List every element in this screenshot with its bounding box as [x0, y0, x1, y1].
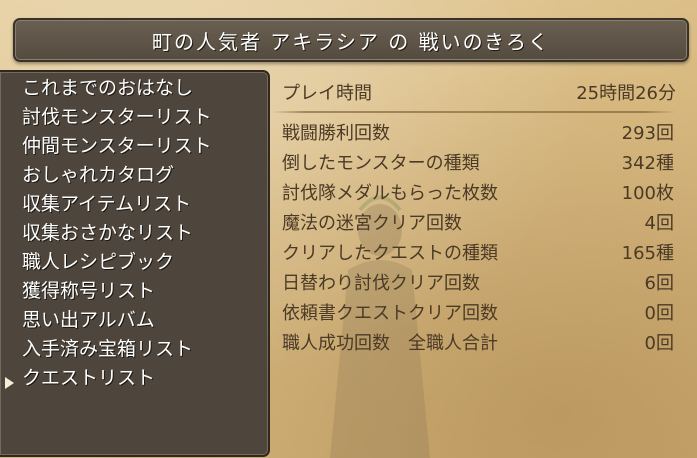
stat-label: 職人成功回数 全職人合計 [282, 333, 498, 354]
stat-value: 0回 [644, 333, 674, 354]
stat-value: 4回 [644, 213, 674, 234]
stat-label: 魔法の迷宮クリア回数 [282, 213, 462, 234]
stat-label: 倒したモンスターの種類 [282, 153, 480, 174]
menu-item-ally-monsters[interactable]: 仲間モンスターリスト [22, 132, 212, 161]
menu-item-story[interactable]: これまでのおはなし [22, 74, 193, 103]
playtime-row: プレイ時間 25時間26分 [272, 80, 682, 108]
menu-item-album[interactable]: 思い出アルバム [22, 306, 155, 335]
stat-label: 討伐隊メダルもらった枚数 [282, 183, 498, 204]
stat-row: 日替わり討伐クリア回数 6回 [272, 270, 682, 298]
stat-row: 戦闘勝利回数 293回 [272, 120, 682, 148]
cursor-arrow-icon [5, 377, 14, 389]
stat-label: 戦闘勝利回数 [282, 123, 390, 144]
playtime-divider [272, 111, 676, 113]
stat-value: 342種 [621, 153, 674, 174]
menu-item-collected-fish[interactable]: 収集おさかなリスト [22, 219, 193, 248]
stat-row: クリアしたクエストの種類 165種 [272, 240, 682, 268]
stat-value: 100枚 [621, 183, 674, 204]
stat-value: 165種 [621, 243, 674, 264]
stat-row: 依頼書クエストクリア回数 0回 [272, 300, 682, 328]
stats-panel: プレイ時間 25時間26分 戦闘勝利回数 293回 倒したモンスターの種類 34… [272, 70, 682, 380]
stat-row: 討伐隊メダルもらった枚数 100枚 [272, 180, 682, 208]
menu-item-quests[interactable]: クエストリスト [22, 364, 155, 393]
page-title: 町の人気者 アキラシア の 戦いのきろく [151, 29, 551, 54]
stat-label: 依頼書クエストクリア回数 [282, 303, 498, 324]
stat-value: 0回 [644, 303, 674, 324]
stat-row: 倒したモンスターの種類 342種 [272, 150, 682, 178]
record-title-bar: 町の人気者 アキラシア の 戦いのきろく [13, 18, 689, 62]
stat-row: 職人成功回数 全職人合計 0回 [272, 330, 682, 358]
playtime-value: 25時間26分 [576, 83, 676, 104]
menu-item-fashion-catalog[interactable]: おしゃれカタログ [22, 161, 174, 190]
stat-value: 6回 [644, 273, 674, 294]
menu-item-defeated-monsters[interactable]: 討伐モンスターリスト [22, 103, 212, 132]
stat-label: 日替わり討伐クリア回数 [282, 273, 480, 294]
menu-item-collected-items[interactable]: 収集アイテムリスト [22, 190, 191, 219]
menu-item-treasure-chests[interactable]: 入手済み宝箱リスト [22, 335, 193, 364]
stat-row: 魔法の迷宮クリア回数 4回 [272, 210, 682, 238]
playtime-label: プレイ時間 [282, 83, 372, 104]
menu-item-recipe-book[interactable]: 職人レシピブック [22, 248, 174, 277]
stat-value: 293回 [621, 123, 674, 144]
menu-item-titles[interactable]: 獲得称号リスト [22, 277, 155, 306]
record-menu: これまでのおはなし 討伐モンスターリスト 仲間モンスターリスト おしゃれカタログ… [0, 70, 270, 457]
stat-label: クリアしたクエストの種類 [282, 243, 498, 264]
